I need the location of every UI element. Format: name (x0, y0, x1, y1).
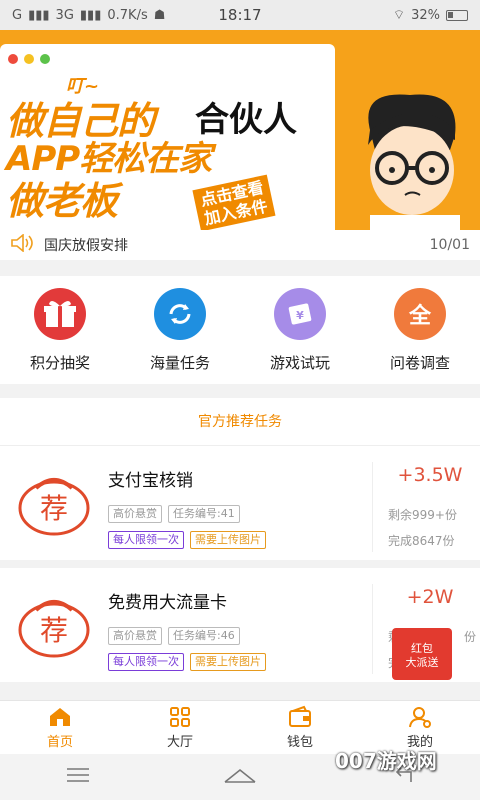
signal2-icon: ▮▮▮ (79, 7, 102, 23)
tab-label: 钱包 (286, 735, 313, 750)
red-packet-float-button[interactable]: 红包 大派送 (392, 628, 452, 680)
quan-icon: 全 (394, 288, 446, 340)
redpack-line2: 大派送 (405, 656, 439, 669)
home-nav-icon[interactable] (223, 766, 257, 788)
tab-hall[interactable]: 大厅 (120, 701, 240, 754)
logo-glyph: 荐 (40, 492, 68, 525)
speaker-icon (10, 233, 34, 256)
category-survey[interactable]: 全 问卷调查 (360, 276, 480, 384)
task-name: 免费用大流量卡 (108, 593, 227, 613)
dot-red-icon (8, 54, 18, 64)
section-title: 官方推荐任务 (0, 398, 480, 446)
redpack-line1: 红包 (411, 642, 433, 655)
task-remaining: 剩余999+份 (388, 508, 457, 522)
banner-line3: 做老板 (6, 179, 118, 223)
home-icon (50, 708, 70, 726)
tag-upload: 需要上传图片 (190, 531, 266, 549)
recommend-logo-icon: 荐 (18, 600, 90, 658)
carrier-label: G (12, 7, 23, 23)
task-done: 完成8647份 (388, 534, 455, 548)
category-label: 游戏试玩 (269, 354, 330, 372)
tab-label: 首页 (46, 735, 73, 750)
tag-task-id: 任务编号:41 (168, 505, 240, 523)
divider (372, 584, 373, 674)
tab-label: 大厅 (166, 735, 193, 750)
gift-icon (34, 288, 86, 340)
tag-upload: 需要上传图片 (190, 653, 266, 671)
card-icon: ¥ (274, 288, 326, 340)
menu-icon[interactable] (67, 767, 89, 787)
tag-task-id: 任务编号:46 (168, 627, 240, 645)
banner-line1: 做自己的 (6, 99, 155, 143)
category-grid: 积分抽奖 海量任务 ¥ 游戏试玩 全 问卷调查 (0, 276, 480, 384)
tag-limit: 每人限领一次 (108, 653, 184, 671)
task-reward: +3.5W (397, 464, 463, 486)
category-label: 积分抽奖 (29, 354, 90, 372)
banner-click-label: 点击查看 加入条件 (192, 174, 276, 230)
dot-yellow-icon (24, 54, 34, 64)
category-game-trial[interactable]: ¥ 游戏试玩 (240, 276, 360, 384)
battery-icon (446, 9, 468, 21)
tag-limit: 每人限领一次 (108, 531, 184, 549)
user-icon (409, 707, 431, 728)
promo-banner[interactable]: 叮~ 做自己的 APP轻松在家 做老板 合伙人 点击查看 加入条件 (0, 30, 480, 230)
battery-percent: 32% (411, 7, 440, 23)
watermark-text: 007游戏网 (335, 749, 437, 773)
banner-line2: APP轻松在家 (6, 139, 212, 179)
window-dots (8, 54, 50, 64)
tag-high-price: 高价悬赏 (108, 505, 162, 523)
network-speed: 0.7K/s (107, 7, 148, 23)
tab-home[interactable]: 首页 (0, 701, 120, 754)
notification-icon: ☗ (153, 7, 166, 23)
signal-icon: ▮▮▮ (28, 7, 50, 23)
recommend-logo-icon: 荐 (18, 478, 90, 536)
wallet-icon (289, 705, 311, 727)
network-label: 3G (55, 7, 74, 23)
category-lottery[interactable]: 积分抽奖 (0, 276, 120, 384)
status-bar: G ▮▮▮ 3G ▮▮▮ 0.7K/s ☗ 18:17 ⌔ 32% (0, 0, 480, 30)
banner-browser-frame: 叮~ 做自己的 APP轻松在家 做老板 合伙人 点击查看 加入条件 (0, 44, 335, 230)
svg-text:¥: ¥ (296, 309, 304, 322)
dot-green-icon (40, 54, 50, 64)
task-name: 支付宝核销 (108, 471, 193, 491)
banner-partner: 合伙人 (195, 100, 297, 140)
logo-glyph: 荐 (40, 614, 68, 647)
grid-icon (170, 707, 190, 727)
refresh-icon (154, 288, 206, 340)
category-label: 问卷调查 (389, 354, 450, 372)
category-tasks[interactable]: 海量任务 (120, 276, 240, 384)
wifi-icon: ⌔ (392, 8, 406, 23)
notice-date: 10/01 (429, 237, 470, 253)
tag-high-price: 高价悬赏 (108, 627, 162, 645)
quan-glyph: 全 (408, 304, 431, 329)
notice-bar[interactable]: 国庆放假安排 10/01 (0, 230, 480, 260)
cartoon-boy-icon (368, 94, 460, 230)
divider (372, 462, 373, 552)
task-item[interactable]: 荐 支付宝核销 高价悬赏 任务编号:41 每人限领一次 需要上传图片 +3.5W 剩… (0, 446, 480, 568)
banner-ding: 叮~ (66, 76, 100, 97)
notice-text[interactable]: 国庆放假安排 (44, 235, 430, 255)
category-label: 海量任务 (149, 354, 210, 372)
task-reward: +2W (406, 586, 454, 608)
